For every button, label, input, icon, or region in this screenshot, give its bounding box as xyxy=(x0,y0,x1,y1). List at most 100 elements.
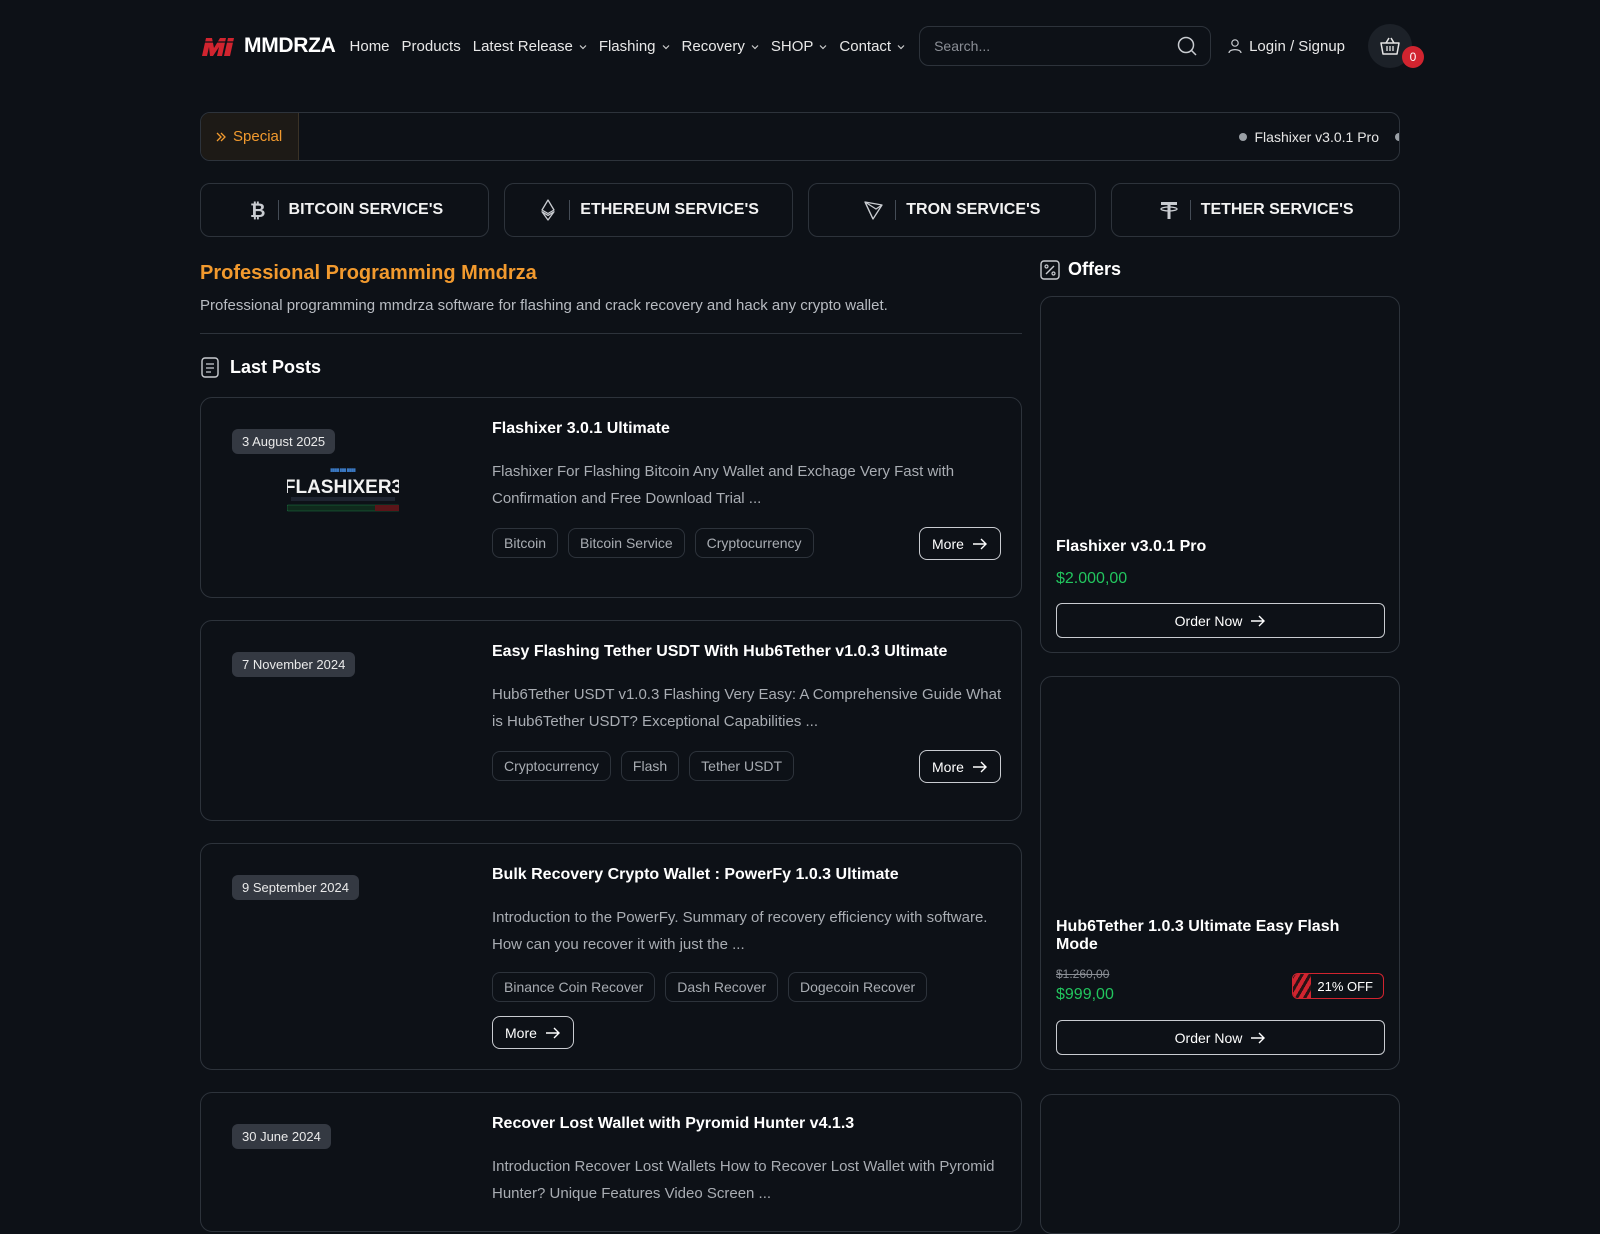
more-label: More xyxy=(932,758,964,775)
more-button[interactable]: More xyxy=(919,527,1001,560)
nav-label: Contact xyxy=(839,37,892,55)
bitcoin-service-button[interactable]: ₿ BITCOIN SERVICE'S xyxy=(200,183,489,237)
post-date-badge: 30 June 2024 xyxy=(232,1124,331,1149)
cart-count-badge: 0 xyxy=(1402,46,1424,68)
search-icon[interactable] xyxy=(1176,35,1198,57)
nav-flashing[interactable]: Flashing xyxy=(599,38,670,55)
bullet-dot xyxy=(1395,132,1399,141)
tag-bitcoin[interactable]: Bitcoin xyxy=(492,528,559,558)
post-card: 30 June 2024 Recover Lost Wallet with Py… xyxy=(200,1092,1022,1232)
offer-card xyxy=(1040,1094,1400,1234)
tag-flash[interactable]: Flash xyxy=(620,751,680,781)
post-excerpt: Flashixer For Flashing Bitcoin Any Walle… xyxy=(492,463,955,507)
more-label: More xyxy=(932,535,964,552)
svg-text:₿: ₿ xyxy=(250,200,265,221)
post-title-link[interactable]: Bulk Recovery Crypto Wallet : PowerFy 1.… xyxy=(492,866,899,884)
post-date-badge: 9 September 2024 xyxy=(232,875,359,900)
more-button[interactable]: More xyxy=(492,1016,574,1049)
post-thumbnail[interactable]: ████ ███ ████ FLASHIXER3 xyxy=(284,468,402,520)
post-date-badge: 7 November 2024 xyxy=(232,652,356,677)
logo[interactable]: MMDRZA xyxy=(200,34,336,58)
login-label: Login / Signup xyxy=(1249,37,1346,55)
service-label: TRON SERVICE'S xyxy=(906,201,1041,218)
special-ticker-bar: Special Flashixer v3.0.1 Pro xyxy=(200,112,1400,161)
nav-home[interactable]: Home xyxy=(350,38,390,55)
nav-shop[interactable]: SHOP xyxy=(771,38,828,55)
nav-label: Home xyxy=(349,37,390,55)
document-icon xyxy=(201,357,219,378)
ticker-item[interactable]: Flashixer v3.0.1 Pro xyxy=(1238,128,1399,145)
page-description: Professional programming mmdrza software… xyxy=(200,297,888,314)
nav-latest-release[interactable]: Latest Release xyxy=(473,38,587,55)
main-nav: Home Products Latest Release Flashing Re… xyxy=(350,38,918,55)
chevron-down-icon xyxy=(819,45,827,50)
service-label: BITCOIN SERVICE'S xyxy=(288,201,444,218)
divider xyxy=(277,200,279,220)
post-tags: Cryptocurrency Flash Tether USDT xyxy=(492,751,795,781)
tag-bitcoin-service[interactable]: Bitcoin Service xyxy=(568,528,685,558)
divider xyxy=(200,333,1022,334)
offers-heading: Offers xyxy=(1040,259,1121,280)
post-title-link[interactable]: Easy Flashing Tether USDT With Hub6Tethe… xyxy=(492,643,947,661)
cart-button[interactable]: 0 xyxy=(1368,24,1424,68)
search-input[interactable] xyxy=(934,38,1177,54)
service-label: ETHEREUM SERVICE'S xyxy=(580,201,759,218)
tag-cryptocurrency[interactable]: Cryptocurrency xyxy=(492,751,611,781)
arrow-right-icon xyxy=(1251,1032,1266,1043)
offer-price: $999,00 xyxy=(1056,986,1114,1003)
nav-recovery[interactable]: Recovery xyxy=(682,38,759,55)
more-button[interactable]: More xyxy=(919,750,1001,783)
post-title-link[interactable]: Recover Lost Wallet with Pyromid Hunter … xyxy=(492,1115,854,1133)
offer-image-placeholder[interactable] xyxy=(1056,312,1385,522)
post-tags: Binance Coin Recover Dash Recover Dogeco… xyxy=(492,972,928,1002)
tron-service-button[interactable]: TRON SERVICE'S xyxy=(807,183,1097,237)
ticker-item-label: Flashixer v3.0.1 Pro xyxy=(1254,128,1380,145)
divider xyxy=(1189,200,1191,220)
site-header: MMDRZA Home Products Latest Release Flas… xyxy=(200,24,1424,68)
chevron-down-icon xyxy=(897,45,905,50)
percent-icon xyxy=(1040,259,1060,280)
order-now-button[interactable]: Order Now xyxy=(1056,1020,1385,1055)
order-now-label: Order Now xyxy=(1174,612,1243,629)
order-now-button[interactable]: Order Now xyxy=(1056,603,1385,638)
order-now-label: Order Now xyxy=(1174,1029,1243,1046)
svg-text:████ ███ ████: ████ ███ ████ xyxy=(330,468,356,472)
arrow-right-icon xyxy=(972,538,987,549)
login-signup-link[interactable]: Login / Signup xyxy=(1227,38,1345,55)
ticker: Flashixer v3.0.1 Pro xyxy=(299,129,1399,145)
arrow-right-icon xyxy=(545,1027,560,1038)
tag-cryptocurrency[interactable]: Cryptocurrency xyxy=(694,528,814,558)
post-card: 7 November 2024 Easy Flashing Tether USD… xyxy=(200,620,1022,821)
main-intro: Professional Programming Mmdrza Professi… xyxy=(200,262,1022,378)
nav-label: SHOP xyxy=(770,37,814,55)
post-date-badge: 3 August 2025 xyxy=(232,429,336,454)
page-title: Professional Programming Mmdrza xyxy=(200,262,537,284)
tag-binance-coin-recover[interactable]: Binance Coin Recover xyxy=(492,972,656,1002)
brand-name: MMDRZA xyxy=(244,34,336,57)
offer-name[interactable]: Hub6Tether 1.0.3 Ultimate Easy Flash Mod… xyxy=(1056,918,1376,954)
ethereum-service-button[interactable]: ETHEREUM SERVICE'S xyxy=(503,183,793,237)
arrow-right-icon xyxy=(1251,615,1266,626)
bitcoin-icon: ₿ xyxy=(246,199,268,221)
ethereum-icon xyxy=(537,199,559,221)
tag-tether-usdt[interactable]: Tether USDT xyxy=(689,751,795,781)
offer-image-placeholder[interactable] xyxy=(1056,692,1385,902)
arrow-right-icon xyxy=(972,761,987,772)
bullet-dot xyxy=(1238,132,1247,141)
nav-label: Recovery xyxy=(681,37,745,55)
discount-label: 21% OFF xyxy=(1317,978,1373,994)
tether-service-button[interactable]: TETHER SERVICE'S xyxy=(1111,183,1400,237)
tag-dogecoin-recover[interactable]: Dogecoin Recover xyxy=(788,972,928,1002)
double-chevron-right-icon xyxy=(216,132,226,141)
offer-old-price: $1.260,00 xyxy=(1056,967,1110,981)
search-box xyxy=(919,26,1212,66)
divider xyxy=(895,200,897,220)
post-title-link[interactable]: Flashixer 3.0.1 Ultimate xyxy=(492,420,670,438)
nav-contact[interactable]: Contact xyxy=(839,38,905,55)
flashixer-thumbnail-image: ████ ███ ████ FLASHIXER3 xyxy=(284,468,402,520)
post-excerpt: Hub6Tether USDT v1.0.3 Flashing Very Eas… xyxy=(492,686,1002,730)
tag-dash-recover[interactable]: Dash Recover xyxy=(665,972,778,1002)
nav-products[interactable]: Products xyxy=(402,38,461,55)
offer-name[interactable]: Flashixer v3.0.1 Pro xyxy=(1056,538,1376,556)
service-categories: ₿ BITCOIN SERVICE'S ETHEREUM SERVICE'S T… xyxy=(200,183,1400,237)
